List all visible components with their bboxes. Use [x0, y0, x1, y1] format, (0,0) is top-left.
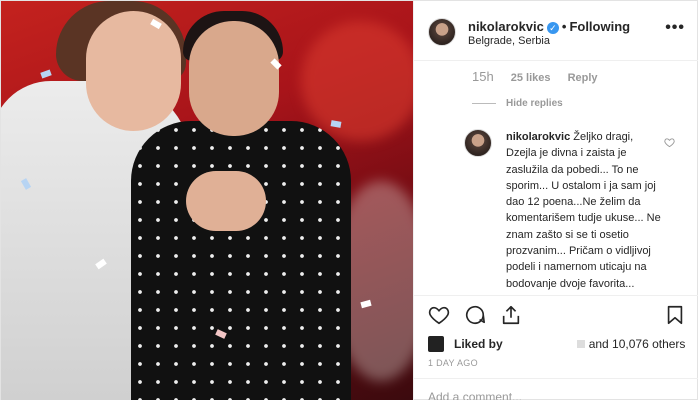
post-photo[interactable] [1, 1, 413, 400]
stage-light [301, 21, 413, 141]
face-left [86, 11, 181, 131]
post-actions: Liked by and 10,076 others 1 DAY AGO Add… [414, 295, 698, 400]
location-link[interactable]: Belgrade, Serbia [468, 35, 550, 47]
reply-button[interactable]: Reply [568, 72, 598, 84]
post-side-panel: nikolarokvic ✓ • Following Belgrade, Serbia… [413, 1, 698, 400]
separator-dot: • [561, 19, 567, 34]
more-options-icon[interactable]: ••• [665, 19, 685, 37]
post-header: nikolarokvic ✓ • Following Belgrade, Serbia… [414, 1, 698, 61]
like-icon[interactable] [428, 304, 450, 326]
post-timestamp: 1 DAY AGO [428, 358, 478, 368]
username-link[interactable]: nikolarokvic [468, 19, 544, 34]
face-right [189, 21, 279, 136]
blurred-icon [576, 340, 585, 348]
reply-text-block: nikolarokvic Željko dragi, Dzejla je div… [506, 129, 666, 292]
divider [414, 378, 698, 379]
liker-avatar[interactable] [428, 336, 444, 352]
comment-icon[interactable] [464, 304, 486, 326]
bookmark-icon[interactable] [664, 304, 686, 326]
reply-avatar[interactable] [464, 129, 492, 157]
following-button[interactable]: Following [569, 19, 630, 34]
liked-by-row: Liked by and 10,076 others [428, 336, 685, 352]
instagram-post: nikolarokvic ✓ • Following Belgrade, Serbia… [0, 0, 698, 400]
share-icon[interactable] [500, 304, 522, 326]
liked-by-label: Liked by [454, 337, 503, 351]
like-comment-icon[interactable] [664, 137, 675, 151]
reply-username-link[interactable]: nikolarokvic [506, 131, 570, 143]
divider-line [472, 103, 496, 104]
clasped-hands [186, 171, 266, 231]
comments-list[interactable]: 15h 25 likes Reply Hide replies nikolaro… [414, 61, 698, 295]
verified-badge-icon: ✓ [546, 22, 559, 34]
comment-likes-link[interactable]: 25 likes [511, 72, 551, 84]
star-shirt [131, 121, 351, 400]
avatar[interactable] [428, 18, 456, 46]
reply-body: Željko dragi, Dzejla je divna i zaista j… [506, 131, 661, 290]
post-author: nikolarokvic ✓ • Following [468, 19, 630, 34]
confetti [40, 69, 52, 79]
hide-replies-button[interactable]: Hide replies [472, 98, 563, 109]
hide-replies-label: Hide replies [506, 98, 563, 109]
action-icons [428, 304, 522, 326]
comment-time: 15h [472, 69, 494, 84]
add-comment-input[interactable]: Add a comment... [428, 390, 522, 400]
likes-count-link[interactable]: and 10,076 others [589, 337, 686, 351]
comment-meta: 15h 25 likes Reply [472, 69, 612, 84]
